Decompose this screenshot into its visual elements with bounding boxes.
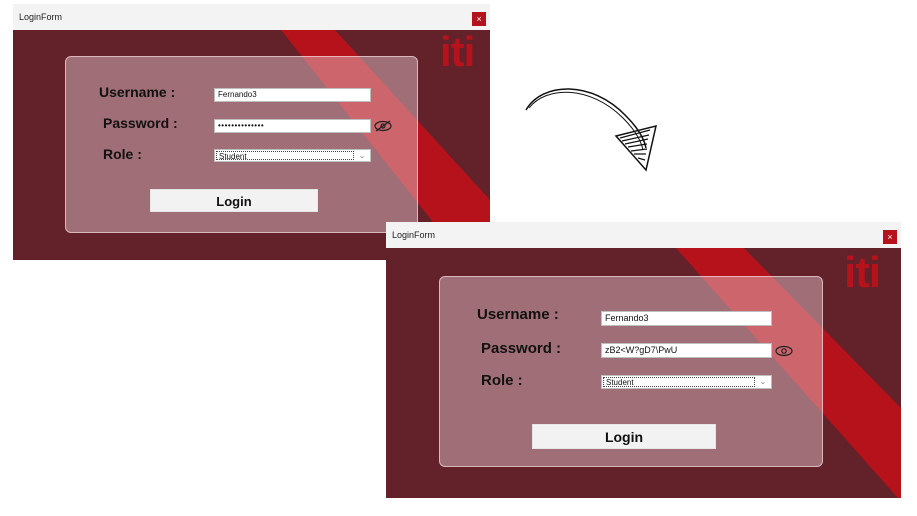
iti-logo: iti <box>844 248 881 297</box>
password-label: Password : <box>103 115 178 131</box>
eye-icon[interactable] <box>775 345 793 357</box>
login-button[interactable]: Login <box>150 189 318 212</box>
eye-slash-icon[interactable] <box>374 120 392 132</box>
close-button[interactable]: × <box>472 12 486 26</box>
title-bar[interactable]: LoginForm × <box>386 222 901 249</box>
username-input[interactable]: Fernando3 <box>601 311 772 326</box>
role-label: Role : <box>481 372 523 389</box>
iti-logo: iti <box>440 30 475 75</box>
password-input[interactable]: zB2<W?gD7\PwU <box>601 343 772 358</box>
password-label: Password : <box>481 340 562 357</box>
close-button[interactable]: × <box>883 230 897 244</box>
role-selected-value: Student <box>603 377 755 387</box>
password-input[interactable]: •••••••••••••• <box>214 119 371 133</box>
chevron-down-icon[interactable]: ⌄ <box>357 150 367 161</box>
chevron-down-icon[interactable]: ⌄ <box>758 376 768 388</box>
username-label: Username : <box>99 84 176 100</box>
role-select[interactable]: Student ⌄ <box>601 375 772 389</box>
login-window-shown: LoginForm × iti Username : Fernando3 Pas… <box>386 222 901 498</box>
title-bar[interactable]: LoginForm × <box>13 4 490 31</box>
role-label: Role : <box>103 146 142 162</box>
role-select[interactable]: Student ⌄ <box>214 149 371 162</box>
username-input[interactable]: Fernando3 <box>214 88 371 102</box>
username-label: Username : <box>477 306 559 323</box>
form-client-area: iti Username : Fernando3 Password : zB2<… <box>386 248 901 498</box>
login-button[interactable]: Login <box>532 424 716 449</box>
transition-arrow-icon <box>525 88 658 172</box>
window-title: LoginForm <box>19 12 63 22</box>
role-selected-value: Student <box>216 151 354 161</box>
window-title: LoginForm <box>392 230 436 240</box>
